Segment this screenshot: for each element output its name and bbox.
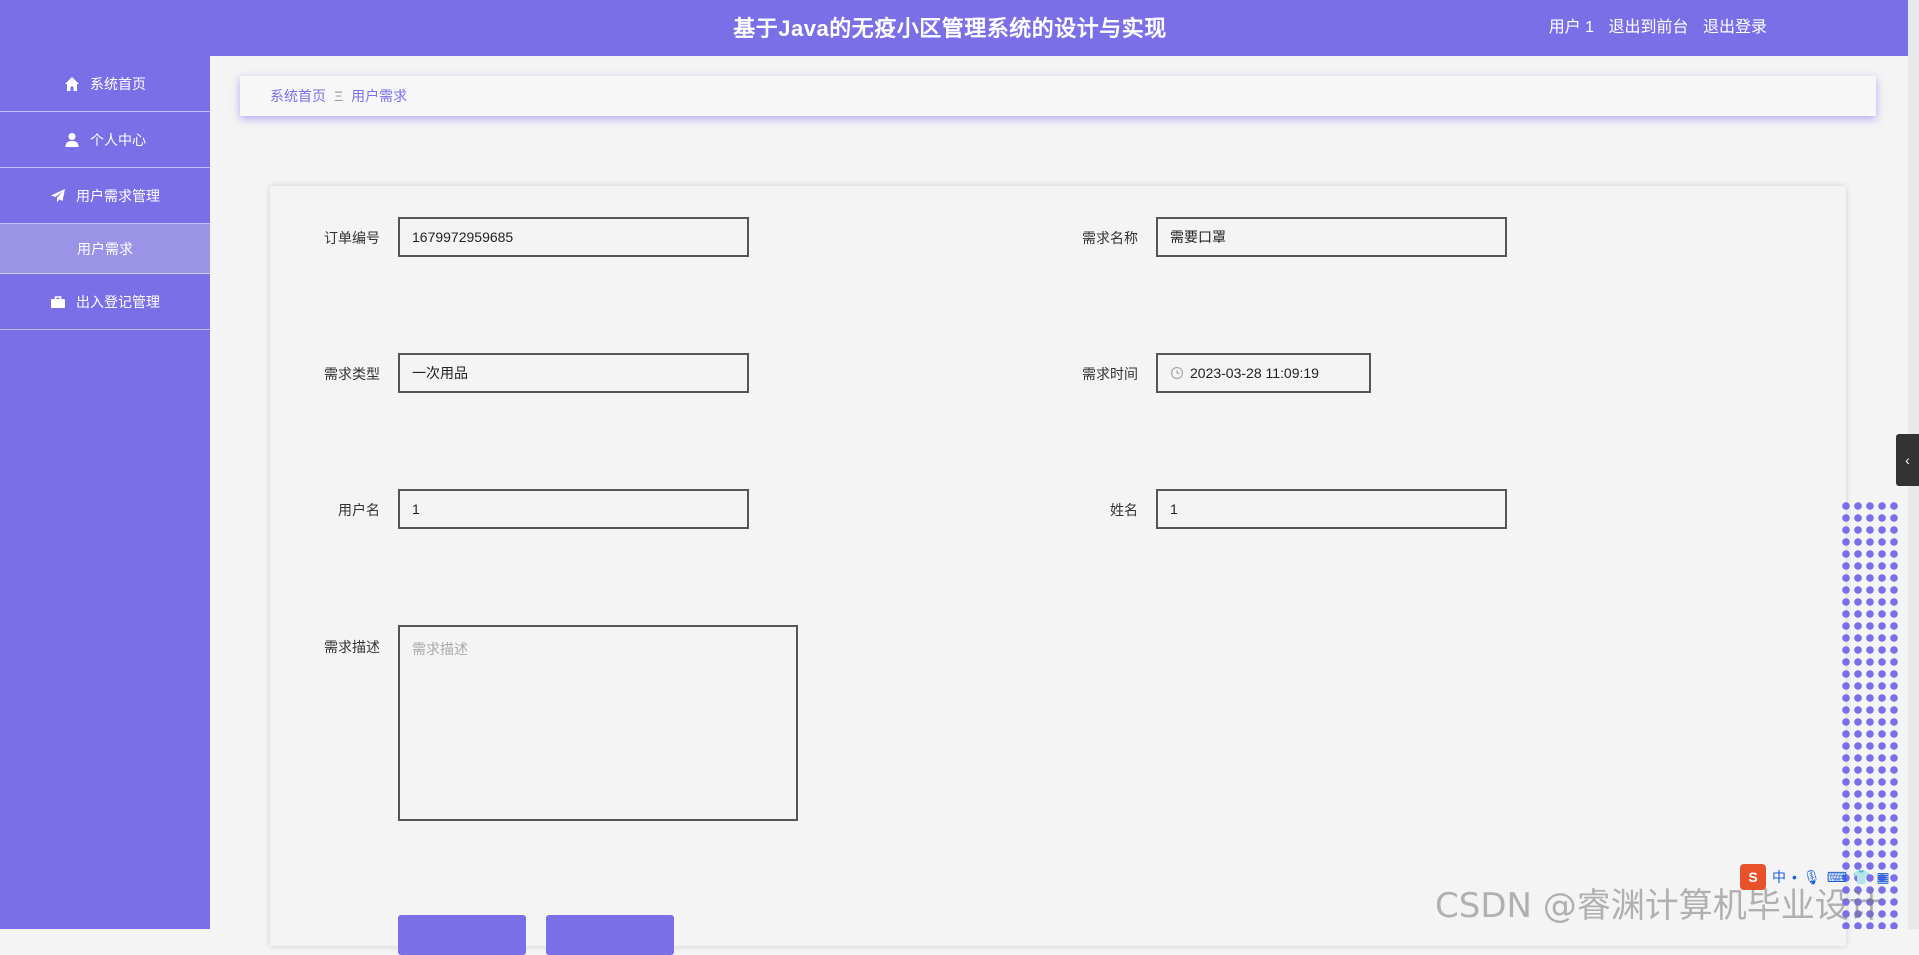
sidebar-item-profile[interactable]: 个人中心 <box>0 112 210 168</box>
order-no-field[interactable]: 1679972959685 <box>398 217 749 257</box>
clock-icon <box>1170 366 1184 380</box>
demand-type-label: 需求类型 <box>324 366 380 382</box>
collapse-panel-handle[interactable]: ‹ <box>1896 434 1919 486</box>
sogou-ime-icon[interactable]: S <box>1740 864 1766 890</box>
name-field[interactable]: 1 <box>1156 489 1507 529</box>
description-placeholder: 需求描述 <box>412 641 468 657</box>
user-icon <box>64 132 80 148</box>
sidebar-item-label: 用户需求管理 <box>76 187 160 204</box>
demand-name-value: 需要口罩 <box>1170 229 1226 245</box>
ime-toolbar: S 中 • 🎙 ⌨ 👕 ▦ <box>1740 862 1919 892</box>
submit-button[interactable] <box>398 915 526 955</box>
microphone-icon[interactable]: 🎙 <box>1803 869 1821 886</box>
username-field[interactable]: 1 <box>398 489 749 529</box>
demand-form: 订单编号 1679972959685 需求名称 需要口罩 需求类型 一次用品 需… <box>270 186 1846 955</box>
demand-time-label: 需求时间 <box>1082 366 1138 382</box>
main-content: 系统首页 Ξ 用户需求 订单编号 1679972959685 需求名称 需要口罩… <box>210 56 1900 955</box>
breadcrumb-current: 用户需求 <box>351 88 408 104</box>
sidebar-item-label: 出入登记管理 <box>76 293 160 310</box>
demand-name-label: 需求名称 <box>1082 230 1138 246</box>
order-no-value: 1679972959685 <box>412 229 514 245</box>
demand-name-field[interactable]: 需要口罩 <box>1156 217 1507 257</box>
briefcase-icon <box>50 294 66 310</box>
demand-type-value: 一次用品 <box>412 365 468 381</box>
sidebar-item-label: 系统首页 <box>90 75 146 92</box>
name-value: 1 <box>1170 501 1178 517</box>
sidebar-item-demand-management[interactable]: 用户需求管理 <box>0 168 210 224</box>
top-actions: 用户 1 退出到前台 退出登录 <box>1539 13 1767 37</box>
username-value: 1 <box>412 501 420 517</box>
grid-icon[interactable]: ▦ <box>1876 869 1889 886</box>
chevron-left-icon: ‹ <box>1905 452 1910 468</box>
description-textarea[interactable]: 需求描述 <box>398 625 798 821</box>
top-bar: 基于Java的无疫小区管理系统的设计与实现 用户 1 退出到前台 退出登录 <box>0 0 1919 56</box>
sidebar-item-home[interactable]: 系统首页 <box>0 56 210 112</box>
ime-mode[interactable]: 中 <box>1772 867 1786 887</box>
home-icon <box>64 76 80 92</box>
order-no-label: 订单编号 <box>324 230 380 246</box>
paper-plane-icon <box>50 188 66 204</box>
breadcrumb-home[interactable]: 系统首页 <box>270 86 326 106</box>
punctuation-icon[interactable]: • <box>1792 869 1797 885</box>
sidebar-item-access-registration[interactable]: 出入登记管理 <box>0 274 210 330</box>
name-label: 姓名 <box>1110 502 1138 518</box>
sidebar: 系统首页 个人中心 用户需求管理 用户需求 出入登记管理 <box>0 56 210 929</box>
breadcrumb: 系统首页 Ξ 用户需求 <box>240 76 1876 116</box>
sidebar-subitem-user-demand[interactable]: 用户需求 <box>0 224 210 274</box>
sidebar-item-label: 个人中心 <box>90 131 146 148</box>
demand-type-field[interactable]: 一次用品 <box>398 353 749 393</box>
keyboard-icon[interactable]: ⌨ <box>1827 869 1847 886</box>
username-label: 用户名 <box>338 502 380 518</box>
goto-front-link[interactable]: 退出到前台 <box>1609 19 1689 36</box>
sidebar-subitem-label: 用户需求 <box>77 240 133 257</box>
breadcrumb-separator: Ξ <box>334 88 344 104</box>
cancel-button[interactable] <box>546 915 674 955</box>
shirt-icon[interactable]: 👕 <box>1853 869 1870 886</box>
current-user: 用户 1 <box>1548 19 1595 36</box>
description-label: 需求描述 <box>324 639 380 655</box>
logout-link[interactable]: 退出登录 <box>1703 19 1767 36</box>
demand-time-value: 2023-03-28 11:09:19 <box>1190 365 1319 381</box>
demand-time-field[interactable]: 2023-03-28 11:09:19 <box>1156 353 1371 393</box>
